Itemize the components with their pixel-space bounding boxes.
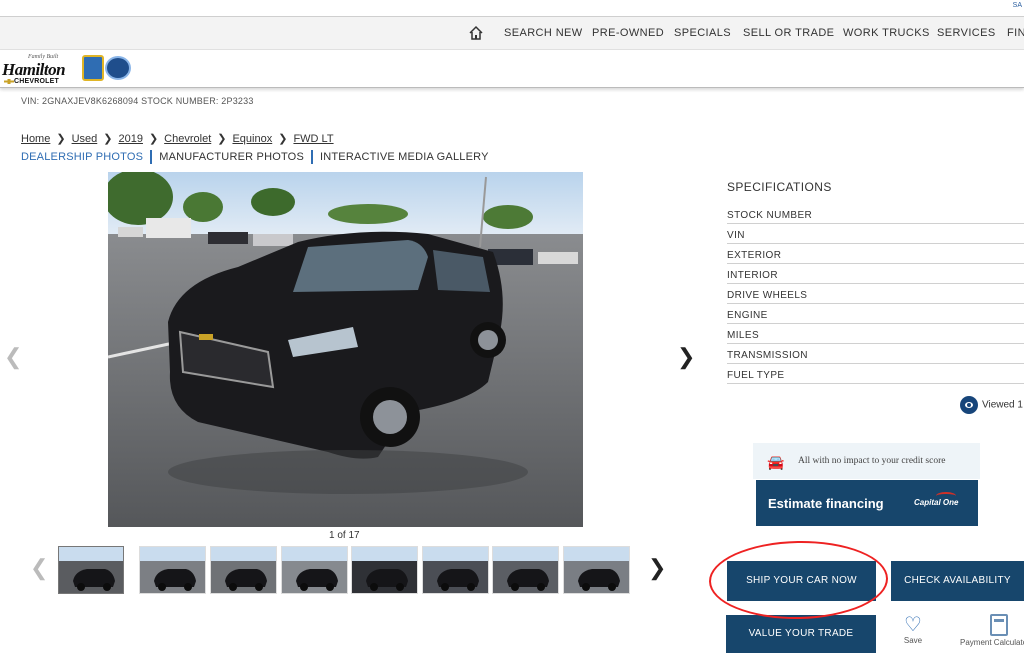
gallery-thumbnail[interactable] [210, 546, 277, 594]
gallery-thumbnail[interactable] [492, 546, 559, 594]
viewed-indicator: Viewed 1 [960, 396, 1023, 414]
certification-badge-icon [105, 56, 131, 80]
top-strip: SA [0, 0, 1024, 17]
payment-calculator-label: Payment Calculator [960, 638, 1024, 647]
vin-stock-line: VIN: 2GNAXJEV8K6268094 STOCK NUMBER: 2P3… [21, 96, 254, 106]
save-button[interactable]: ♡ Save [898, 614, 928, 645]
gallery-thumbnail[interactable] [422, 546, 489, 594]
breadcrumb: Home ❯ Used ❯ 2019 ❯ Chevrolet ❯ Equinox ❯ FWD LT [21, 132, 334, 145]
spec-row-transmission: TRANSMISSION [727, 344, 1024, 364]
specifications-panel: SPECIFICATIONS STOCK NUMBER VIN EXTERIOR… [727, 180, 1024, 384]
calculator-icon [990, 614, 1008, 636]
top-strip-text[interactable]: SA [1013, 2, 1022, 9]
chevron-right-icon: ❯ [148, 133, 159, 145]
spec-row-vin: VIN [727, 224, 1024, 244]
vehicle-photo-image [108, 172, 583, 527]
photo-tabs: DEALERSHIP PHOTOS MANUFACTURER PHOTOS INTE… [21, 150, 496, 164]
gallery-next-icon[interactable]: ❯ [677, 346, 695, 368]
thumbs-next-icon[interactable]: ❯ [648, 557, 666, 579]
chevron-right-icon: ❯ [217, 133, 227, 145]
spec-row-drive-wheels: DRIVE WHEELS [727, 284, 1024, 304]
tab-interactive-media-gallery[interactable]: INTERACTIVE MEDIA GALLERY [313, 150, 496, 164]
breadcrumb-used[interactable]: Used [72, 133, 98, 145]
chevron-right-icon: ❯ [103, 133, 113, 145]
capital-one-logo: Capital One [914, 492, 959, 507]
estimate-financing-label: Estimate financing [768, 496, 884, 511]
site-header: Family Built Hamilton CHEVROLET [0, 50, 1024, 88]
breadcrumb-model[interactable]: Equinox [232, 133, 272, 145]
dealer-logo[interactable]: Family Built Hamilton CHEVROLET [2, 54, 68, 86]
credit-note-box: 🚘 All with no impact to your credit scor… [753, 443, 980, 479]
award-badge-icon [82, 55, 104, 81]
logo-sub: CHEVROLET [14, 78, 59, 85]
chevron-right-icon: ❯ [278, 133, 288, 145]
breadcrumb-home[interactable]: Home [21, 133, 50, 145]
nav-finance[interactable]: FIN [1007, 27, 1024, 39]
main-vehicle-photo[interactable] [108, 172, 583, 527]
breadcrumb-trim[interactable]: FWD LT [293, 133, 333, 145]
thumbs-prev-icon[interactable]: ❮ [30, 557, 48, 579]
viewed-text: Viewed 1 [982, 399, 1023, 411]
spec-row-miles: MILES [727, 324, 1024, 344]
breadcrumb-make[interactable]: Chevrolet [164, 133, 211, 145]
tab-manufacturer-photos[interactable]: MANUFACTURER PHOTOS [152, 150, 313, 164]
nav-search-new[interactable]: SEARCH NEW [504, 27, 583, 39]
spec-row-stock-number: STOCK NUMBER [727, 204, 1024, 224]
breadcrumb-year[interactable]: 2019 [118, 133, 142, 145]
red-annotation-circle [708, 539, 889, 621]
payment-calculator-button[interactable]: Payment Calculator [960, 614, 1024, 647]
gallery-thumbnail[interactable] [139, 546, 206, 594]
chevron-right-icon: ❯ [56, 133, 66, 145]
main-nav: SEARCH NEW PRE-OWNED SPECIALS SELL OR TR… [0, 17, 1024, 50]
credit-note-text: All with no impact to your credit score [798, 456, 946, 466]
gallery-counter: 1 of 17 [329, 530, 360, 541]
spec-row-fuel-type: FUEL TYPE [727, 364, 1024, 384]
spec-row-engine: ENGINE [727, 304, 1024, 324]
home-icon[interactable] [468, 25, 484, 41]
eye-icon [960, 396, 978, 414]
nav-services[interactable]: SERVICES [937, 27, 996, 39]
nav-work-trucks[interactable]: WORK TRUCKS [843, 27, 930, 39]
logo-brand: Hamilton [2, 60, 66, 79]
gallery-thumbnail[interactable] [351, 546, 418, 594]
specs-title: SPECIFICATIONS [727, 180, 832, 194]
heart-icon: ♡ [904, 614, 922, 636]
save-label: Save [903, 636, 923, 645]
tab-dealership-photos[interactable]: DEALERSHIP PHOTOS [21, 150, 153, 164]
spec-row-interior: INTERIOR [727, 264, 1024, 284]
nav-specials[interactable]: SPECIALS [674, 27, 731, 39]
gallery-thumbnail[interactable] [281, 546, 348, 594]
gallery-prev-icon[interactable]: ❮ [4, 346, 22, 368]
gallery-thumbnail[interactable] [563, 546, 630, 594]
nav-sell-or-trade[interactable]: SELL OR TRADE [743, 27, 834, 39]
check-availability-button[interactable]: CHECK AVAILABILITY [891, 561, 1024, 601]
estimate-financing-button[interactable]: Estimate financing Capital One [756, 480, 978, 526]
nav-pre-owned[interactable]: PRE-OWNED [592, 27, 664, 39]
value-your-trade-button[interactable]: VALUE YOUR TRADE [726, 615, 876, 653]
car-icon: 🚘 [767, 454, 785, 470]
gallery-thumbnail[interactable] [58, 546, 124, 594]
spec-row-exterior: EXTERIOR [727, 244, 1024, 264]
